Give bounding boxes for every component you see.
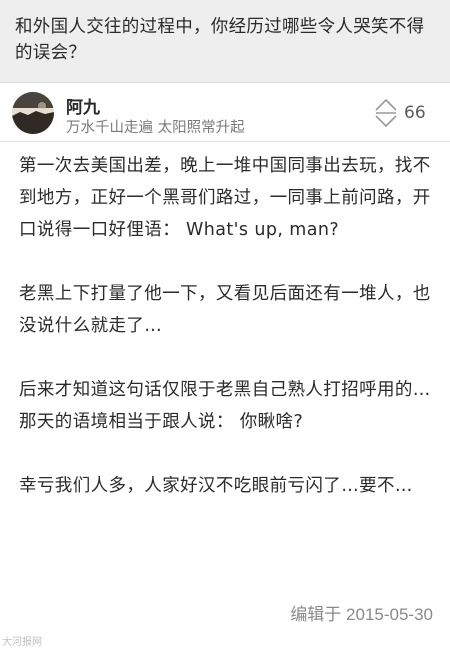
watermark: 大河报网 (2, 633, 42, 648)
edit-timestamp: 编辑于 2015-05-30 (290, 605, 433, 624)
answer-body: 第一次去美国出差，晚上一堆中国同事出去玩，找不到地方，正好一个黑哥们路过，一同事… (19, 150, 434, 534)
answer-paragraph-2: 老黑上下打量了他一下，又看见后面还有一堆人，也没说什么就走了… (19, 284, 431, 336)
avatar[interactable] (12, 92, 54, 134)
author-name[interactable]: 阿九 (66, 93, 100, 118)
avatar-photo-icon (12, 92, 54, 134)
answer-paragraph-1: 第一次去美国出差，晚上一堆中国同事出去玩，找不到地方，正好一个黑哥们路过，一同事… (19, 156, 431, 240)
author-bar[interactable]: 阿九 万水千山走遍 太阳照常升起 66 (0, 84, 450, 142)
vote-up-down-icon[interactable] (373, 98, 399, 128)
author-bio: 万水千山走遍 太阳照常升起 (66, 120, 245, 136)
question-header: 和外国人交往的过程中，你经历过哪些令人哭笑不得的误会？ (0, 0, 450, 83)
vote-count[interactable]: 66 (404, 103, 426, 123)
answer-paragraph-4: 幸亏我们人多，人家好汉不吃眼前亏闪了…要不… (19, 476, 413, 496)
question-title[interactable]: 和外国人交往的过程中，你经历过哪些令人哭笑不得的误会？ (15, 14, 436, 66)
answer-paragraph-3: 后来才知道这句话仅限于老黑自己熟人打招呼用的…那天的语境相当于跟人说： 你瞅啥? (19, 380, 431, 432)
watermark-text: 大河报网 (2, 637, 42, 648)
